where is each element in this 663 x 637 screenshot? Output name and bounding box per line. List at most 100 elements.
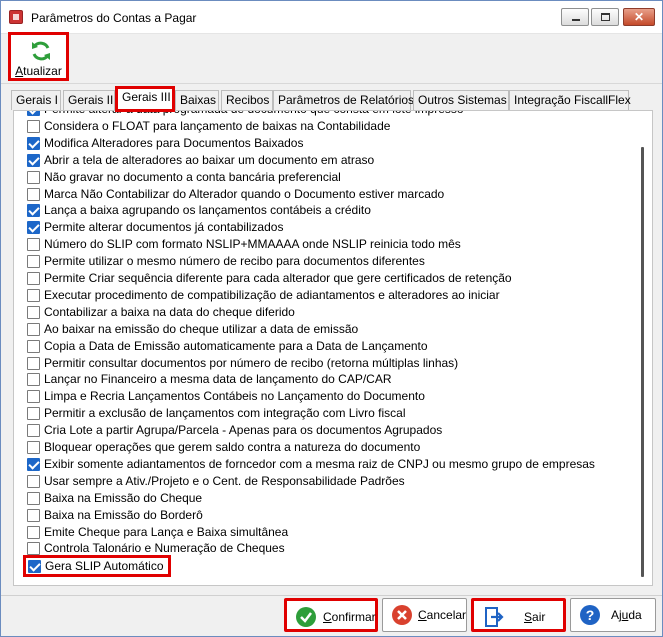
option-label: Gera SLIP Automático — [45, 559, 164, 574]
option-row[interactable]: Baixa na Emissão do Cheque — [27, 491, 202, 507]
minimize-button[interactable] — [561, 8, 589, 26]
checkbox-unchecked[interactable] — [27, 373, 40, 387]
tab-integracao-fiscallflex[interactable]: Integração FiscallFlex — [509, 90, 631, 110]
confirm-button[interactable]: Confirmar — [284, 598, 378, 632]
help-label: Ajuda — [611, 608, 642, 622]
option-row[interactable]: Exibir somente adiantamentos de forncedo… — [27, 457, 595, 473]
checkbox-unchecked[interactable] — [27, 542, 40, 556]
tab-recibos[interactable]: Recibos — [221, 90, 273, 110]
checkbox-unchecked[interactable] — [27, 238, 40, 252]
checkbox-unchecked[interactable] — [27, 441, 40, 454]
option-row[interactable]: Lançar no Financeiro a mesma data de lan… — [27, 372, 392, 388]
confirm-check-icon — [296, 607, 316, 627]
tab-baixas[interactable]: Baixas — [175, 90, 219, 110]
option-label: Permitir consultar documentos por número… — [44, 355, 459, 370]
option-label: Permite Criar sequência diferente para c… — [44, 271, 512, 285]
option-label: Considera o FLOAT para lançamento de bai… — [44, 118, 391, 133]
option-label: Emite Cheque para Lança e Baixa simultân… — [44, 524, 289, 539]
maximize-button[interactable] — [591, 8, 619, 26]
tab-gerais-iii[interactable]: Gerais III — [115, 86, 175, 112]
option-row[interactable]: Cria Lote a partir Agrupa/Parcela - Apen… — [27, 423, 442, 439]
checkbox-checked[interactable] — [27, 221, 40, 235]
option-label: Contabilizar a baixa na data do cheque d… — [44, 304, 295, 319]
checkbox-unchecked[interactable] — [27, 255, 40, 269]
checkbox-unchecked[interactable] — [27, 390, 40, 404]
checkbox-unchecked[interactable] — [27, 356, 40, 370]
option-row[interactable]: Permitir a exclusão de lançamentos com i… — [27, 406, 406, 422]
option-row[interactable]: Baixa na Emissão do Borderô — [27, 508, 203, 524]
checkbox-unchecked[interactable] — [27, 272, 40, 285]
checkbox-unchecked[interactable] — [27, 170, 40, 184]
option-row[interactable]: Usar sempre a Ativ./Projeto e o Cent. de… — [27, 474, 405, 490]
option-row[interactable]: Permite Criar sequência diferente para c… — [27, 271, 512, 287]
cancel-button[interactable]: Cancelar — [382, 598, 467, 632]
checkbox-unchecked[interactable] — [27, 322, 40, 336]
checkbox-unchecked[interactable] — [27, 424, 40, 438]
checkbox-unchecked[interactable] — [27, 491, 40, 505]
close-button[interactable]: ✕ — [623, 8, 655, 26]
checkbox-unchecked[interactable] — [27, 407, 40, 421]
checkbox-checked[interactable] — [27, 204, 40, 218]
option-row[interactable]: Ao baixar na emissão do cheque utilizar … — [27, 322, 358, 338]
tab-gerais-i[interactable]: Gerais I — [11, 90, 61, 110]
option-row[interactable]: Permite alterar a data programada de doc… — [27, 111, 464, 118]
option-row[interactable]: Abrir a tela de alteradores ao baixar um… — [27, 153, 374, 169]
option-row[interactable]: Número do SLIP com formato NSLIP+MMAAAA … — [27, 237, 461, 253]
checkbox-unchecked[interactable] — [27, 339, 40, 353]
tab-parametros-relatorios[interactable]: Parâmetros de Relatórios — [273, 90, 414, 110]
option-label: Controla Talonário e Numeração de Cheque… — [44, 541, 285, 556]
exit-button[interactable]: Sair — [471, 598, 566, 632]
option-label: Permite alterar documentos já contabiliz… — [44, 220, 284, 235]
tab-outros-sistemas[interactable]: Outros Sistemas — [413, 90, 509, 110]
refresh-label: Atualizar — [15, 64, 62, 78]
option-label: Usar sempre a Ativ./Projeto e o Cent. de… — [44, 473, 405, 488]
option-row[interactable]: Permite alterar documentos já contabiliz… — [27, 220, 283, 236]
checkbox-unchecked[interactable] — [27, 187, 40, 201]
toolbar-divider — [1, 83, 662, 84]
checkbox-unchecked[interactable] — [27, 119, 40, 133]
option-row[interactable]: Executar procedimento de compatibilizaçã… — [27, 288, 500, 304]
checkbox-checked[interactable] — [27, 457, 40, 471]
refresh-button[interactable]: Atualizar — [8, 32, 69, 81]
option-row[interactable]: Limpa e Recria Lançamentos Contábeis no … — [27, 389, 425, 405]
option-row[interactable]: Não gravar no documento a conta bancária… — [27, 170, 341, 186]
confirm-label: Confirmar — [323, 610, 376, 624]
option-row[interactable]: Permite utilizar o mesmo número de recib… — [27, 254, 425, 270]
checkbox-checked[interactable] — [28, 560, 41, 574]
option-row[interactable]: Emite Cheque para Lança e Baixa simultân… — [27, 525, 288, 541]
option-label: Baixa na Emissão do Borderô — [44, 507, 203, 522]
checkbox-checked[interactable] — [27, 153, 40, 167]
option-row[interactable]: Permitir consultar documentos por número… — [27, 356, 458, 372]
option-row[interactable]: Gera SLIP Automático — [23, 555, 171, 578]
tab-strip: Gerais I Gerais II Gerais III Baixas Rec… — [11, 86, 651, 112]
checkbox-unchecked[interactable] — [27, 525, 40, 539]
option-row[interactable]: Considera o FLOAT para lançamento de bai… — [27, 119, 390, 135]
option-label: Número do SLIP com formato NSLIP+MMAAAA … — [44, 237, 461, 252]
window-title: Parâmetros do Contas a Pagar — [31, 11, 197, 25]
option-row[interactable]: Lança a baixa agrupando os lançamentos c… — [27, 203, 371, 219]
close-icon: ✕ — [633, 10, 645, 24]
help-button[interactable]: ? Ajuda — [570, 598, 656, 632]
options-list: Permite alterar a data programada de doc… — [14, 111, 634, 585]
checkbox-checked[interactable] — [27, 136, 40, 150]
option-label: Lança a baixa agrupando os lançamentos c… — [44, 203, 371, 218]
option-row[interactable]: Copia a Data de Emissão automaticamente … — [27, 339, 428, 355]
option-label: Permite utilizar o mesmo número de recib… — [44, 254, 425, 269]
scrollbar-thumb[interactable] — [641, 147, 644, 577]
parameters-window: Parâmetros do Contas a Pagar ✕ Atualizar… — [0, 0, 663, 637]
option-row[interactable]: Contabilizar a baixa na data do cheque d… — [27, 305, 295, 321]
exit-label: Sair — [524, 610, 546, 624]
option-label: Permite alterar a data programada de doc… — [44, 111, 464, 116]
option-row[interactable]: Bloquear operações que gerem saldo contr… — [27, 440, 420, 456]
refresh-icon — [32, 41, 50, 61]
checkbox-unchecked[interactable] — [27, 474, 40, 488]
checkbox-unchecked[interactable] — [27, 508, 40, 522]
vertical-scrollbar[interactable] — [634, 111, 652, 585]
checkbox-unchecked[interactable] — [27, 305, 40, 319]
tab-gerais-ii[interactable]: Gerais II — [63, 90, 115, 110]
checkbox-unchecked[interactable] — [27, 288, 40, 302]
option-row[interactable]: Modifica Alteradores para Documentos Bai… — [27, 136, 303, 152]
checkbox-checked[interactable] — [27, 111, 40, 116]
option-row[interactable]: Marca Não Contabilizar do Alterador quan… — [27, 187, 444, 203]
option-label: Bloquear operações que gerem saldo contr… — [44, 440, 421, 454]
